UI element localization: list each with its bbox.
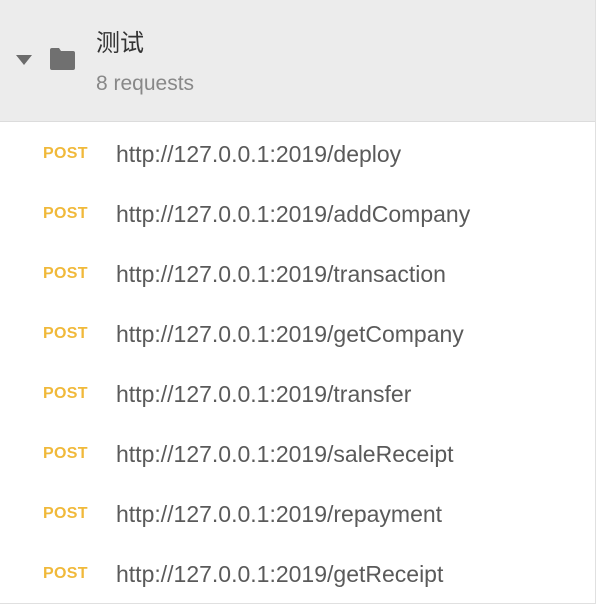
collection-request-count: 8 requests [96,72,195,95]
request-url: http://127.0.0.1:2019/repayment [116,501,443,527]
request-url: http://127.0.0.1:2019/deploy [116,141,402,167]
caret-down-icon[interactable] [16,55,32,65]
request-method: POST [43,145,88,162]
request-item[interactable]: POST http://127.0.0.1:2019/saleReceipt [0,424,595,484]
request-method: POST [43,205,88,222]
request-method: POST [43,265,88,282]
request-item[interactable]: POST http://127.0.0.1:2019/addCompany [0,184,595,244]
request-list: POST http://127.0.0.1:2019/deploy POST h… [0,124,595,604]
request-item[interactable]: POST http://127.0.0.1:2019/transaction [0,244,595,304]
request-method: POST [43,505,88,522]
request-item[interactable]: POST http://127.0.0.1:2019/repayment [0,484,595,544]
request-url: http://127.0.0.1:2019/getCompany [116,321,464,347]
request-url: http://127.0.0.1:2019/transfer [116,381,412,407]
collection-name: 测试 [96,29,144,57]
request-method: POST [43,445,88,462]
request-url: http://127.0.0.1:2019/addCompany [116,201,471,227]
request-item[interactable]: POST http://127.0.0.1:2019/getReceipt [0,544,595,604]
collection-panel: 测试 8 requests POST http://127.0.0.1:2019… [0,0,596,604]
request-item[interactable]: POST http://127.0.0.1:2019/deploy [0,124,595,184]
request-method: POST [43,325,88,342]
request-url: http://127.0.0.1:2019/transaction [116,261,446,287]
request-item[interactable]: POST http://127.0.0.1:2019/getCompany [0,304,595,364]
request-method: POST [43,385,88,402]
request-item[interactable]: POST http://127.0.0.1:2019/transfer [0,364,595,424]
folder-icon [50,48,75,70]
request-url: http://127.0.0.1:2019/saleReceipt [116,441,454,467]
request-method: POST [43,565,88,582]
request-url: http://127.0.0.1:2019/getReceipt [116,561,444,587]
collection-header[interactable]: 测试 8 requests [0,0,595,122]
